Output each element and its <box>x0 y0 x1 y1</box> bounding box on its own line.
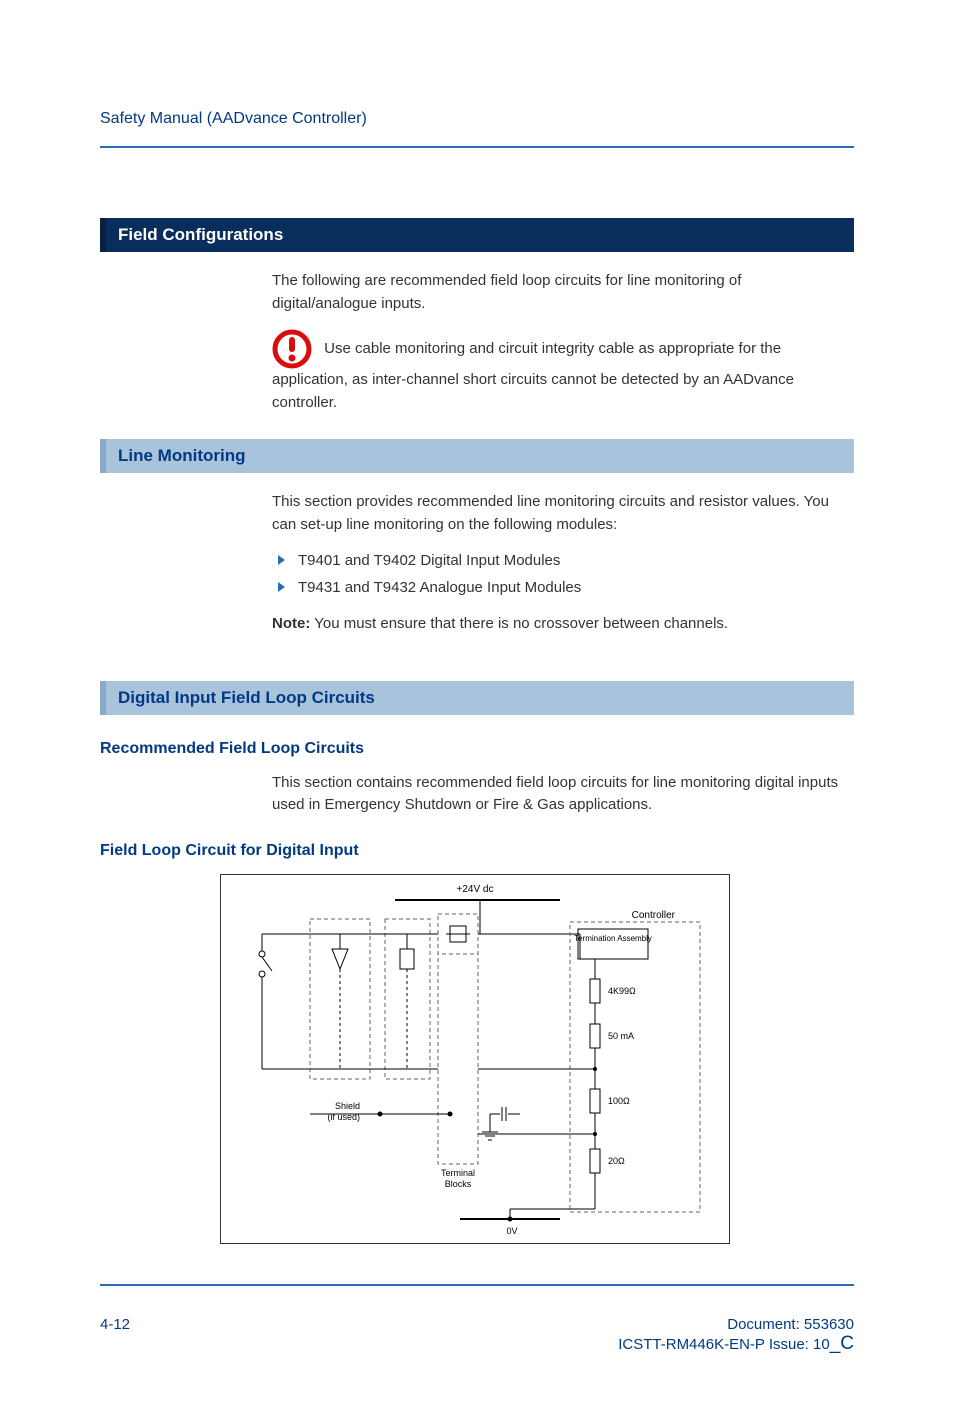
diagram-label-r2: 50 mA <box>608 1031 634 1041</box>
footer-issue-prefix: ICSTT-RM446K-EN-P Issue: 10 <box>618 1336 829 1353</box>
diagram-label-r3: 100Ω <box>608 1096 630 1106</box>
note-text: You must ensure that there is no crossov… <box>310 615 728 632</box>
diagram-label-r4: 20Ω <box>608 1156 625 1166</box>
header-divider <box>100 146 854 148</box>
line-monitoring-intro: This section provides recommended line m… <box>272 491 844 536</box>
document-header-title: Safety Manual (AADvance Controller) <box>100 110 854 128</box>
field-config-intro: The following are recommended field loop… <box>272 270 844 315</box>
recommended-circuits-text: This section contains recommended field … <box>272 772 844 817</box>
section-heading-field-configurations: Field Configurations <box>100 218 854 252</box>
list-item-text: T9431 and T9432 Analogue Input Modules <box>298 579 581 596</box>
section-heading-line-monitoring: Line Monitoring <box>100 439 854 473</box>
line-monitoring-note: Note: You must ensure that there is no c… <box>272 613 844 636</box>
footer-document-id: Document: 553630 <box>618 1316 854 1333</box>
diagram-label-termination-1: Termination Assembly <box>574 934 652 943</box>
circuit-diagram: +24V dc Controller Termination Assembly <box>220 874 854 1244</box>
alert-text: Use cable monitoring and circuit integri… <box>272 340 794 411</box>
subheading-field-loop-circuit: Field Loop Circuit for Digital Input <box>100 842 854 860</box>
subheading-recommended-circuits: Recommended Field Loop Circuits <box>100 740 854 758</box>
diagram-label-shield-sub: (if used) <box>327 1112 360 1122</box>
bullet-icon <box>278 582 285 592</box>
diagram-label-controller: Controller <box>632 910 676 921</box>
footer-issue: ICSTT-RM446K-EN-P Issue: 10_C <box>618 1333 854 1355</box>
diagram-label-r1: 4K99Ω <box>608 986 636 996</box>
footer-divider <box>100 1284 854 1286</box>
bullet-icon <box>278 555 285 565</box>
diagram-label-terminal-sub: Blocks <box>445 1179 472 1189</box>
alert-icon <box>272 329 312 369</box>
diagram-label-shield: Shield <box>335 1101 360 1111</box>
diagram-label-terminal: Terminal <box>441 1168 475 1178</box>
module-list: T9401 and T9402 Digital Input Modules T9… <box>272 550 844 599</box>
list-item-text: T9401 and T9402 Digital Input Modules <box>298 552 560 569</box>
diagram-label-24v: +24V dc <box>457 884 494 895</box>
note-label: Note: <box>272 615 310 632</box>
diagram-label-0v: 0V <box>506 1226 517 1236</box>
list-item: T9401 and T9402 Digital Input Modules <box>272 550 844 573</box>
footer-issue-suffix: _C <box>830 1333 854 1354</box>
section-heading-digital-input: Digital Input Field Loop Circuits <box>100 681 854 715</box>
list-item: T9431 and T9432 Analogue Input Modules <box>272 577 844 600</box>
alert-block: Use cable monitoring and circuit integri… <box>272 329 844 414</box>
